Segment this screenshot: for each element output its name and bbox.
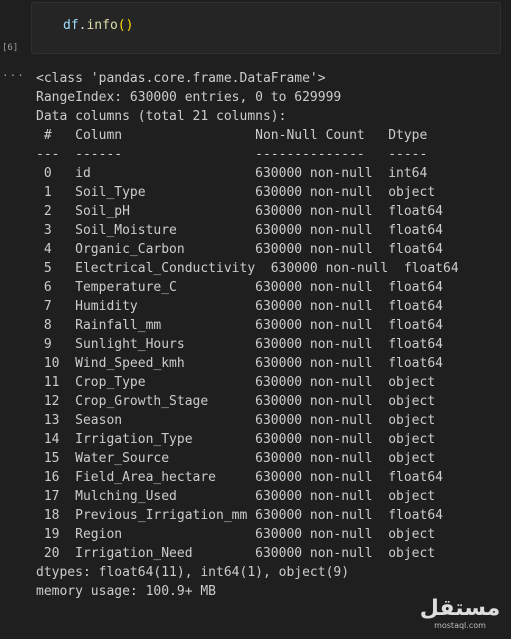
output-line: 19 Region 630000 non-null object	[36, 527, 443, 542]
output-line: memory usage: 100.9+ MB	[36, 584, 217, 599]
output-line: 20 Irrigation_Need 630000 non-null objec…	[36, 546, 443, 561]
output-line: 4 Organic_Carbon 630000 non-null float64	[36, 242, 443, 257]
output-line: 1 Soil_Type 630000 non-null object	[36, 185, 443, 200]
output-line: 2 Soil_pH 630000 non-null float64	[36, 204, 443, 219]
output-line: 8 Rainfall_mm 630000 non-null float64	[36, 318, 443, 333]
code-parens: ()	[117, 18, 134, 33]
output-line: 9 Sunlight_Hours 630000 non-null float64	[36, 337, 443, 352]
output-line: 18 Previous_Irrigation_mm 630000 non-nul…	[36, 508, 443, 523]
output-line: 12 Crop_Growth_Stage 630000 non-null obj…	[36, 394, 443, 409]
output-line: # Column Non-Null Count Dtype	[36, 128, 443, 143]
output-line: 11 Crop_Type 630000 non-null object	[36, 375, 443, 390]
watermark-logo-text: مستقل	[419, 596, 501, 621]
output-line: RangeIndex: 630000 entries, 0 to 629999	[36, 90, 342, 105]
watermark-logo: مستقل mostaql.com	[415, 597, 505, 633]
output-line: 7 Humidity 630000 non-null float64	[36, 299, 443, 314]
output-line: 14 Irrigation_Type 630000 non-null objec…	[36, 432, 443, 447]
output-line: 13 Season 630000 non-null object	[36, 413, 443, 428]
output-line: 3 Soil_Moisture 630000 non-null float64	[36, 223, 443, 238]
output-line: 10 Wind_Speed_kmh 630000 non-null float6…	[36, 356, 443, 371]
code-cell[interactable]: df.info() [6]	[0, 0, 511, 58]
output-line: 0 id 630000 non-null int64	[36, 166, 443, 181]
code-editor[interactable]: df.info()	[31, 2, 501, 54]
output-line: 15 Water_Source 630000 non-null object	[36, 451, 443, 466]
output-line: --- ------ -------------- -----	[36, 147, 443, 162]
output-line: 6 Temperature_C 630000 non-null float64	[36, 280, 443, 295]
output-line: 17 Mulching_Used 630000 non-null object	[36, 489, 443, 504]
output-menu-icon[interactable]: ...	[2, 66, 25, 79]
watermark-url: mostaql.com	[434, 621, 486, 630]
output-line: 5 Electrical_Conductivity 630000 non-nul…	[36, 261, 459, 276]
code-function: info	[86, 18, 118, 33]
code-line: df.info()	[63, 18, 133, 34]
output-line: dtypes: float64(11), int64(1), object(9)	[36, 565, 350, 580]
cell-output: <class 'pandas.core.frame.DataFrame'> Ran…	[36, 69, 459, 601]
output-line: Data columns (total 21 columns):	[36, 109, 287, 124]
code-variable: df	[63, 18, 79, 33]
output-line: <class 'pandas.core.frame.DataFrame'>	[36, 71, 326, 86]
execution-count: [6]	[2, 43, 19, 53]
output-line: 16 Field_Area_hectare 630000 non-null fl…	[36, 470, 443, 485]
